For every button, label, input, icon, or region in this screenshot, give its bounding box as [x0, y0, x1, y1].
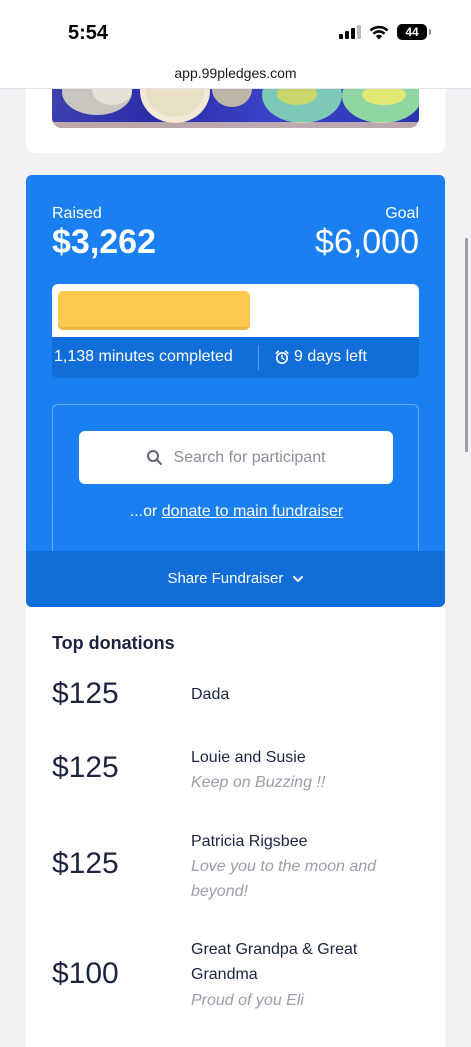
- donor-name: Louie and Susie: [191, 749, 306, 766]
- share-label: Share Fundraiser: [167, 570, 284, 587]
- wifi-icon: [369, 25, 389, 39]
- goal-label: Goal: [385, 205, 419, 222]
- search-panel: Search for participant ...or donate to m…: [52, 404, 419, 564]
- goal-amount: $6,000: [315, 223, 419, 261]
- donation-amount: $125: [52, 847, 119, 880]
- donor-message: Proud of you Eli: [191, 992, 304, 1009]
- days-left-wrap: 9 days left: [274, 348, 367, 366]
- days-left: 9 days left: [294, 348, 367, 365]
- search-participant-input[interactable]: Search for participant: [79, 431, 393, 484]
- cellular-signal-icon: [339, 25, 361, 39]
- chevron-down-icon: [292, 576, 303, 583]
- progress-fill: [58, 291, 250, 330]
- banner-image: [52, 89, 419, 128]
- donor-name: Dada: [191, 686, 230, 703]
- address-bar[interactable]: app.99pledges.com: [0, 58, 471, 89]
- fundraiser-card: Raised $3,262 Goal $6,000 1,138 minutes …: [26, 175, 445, 607]
- or-donate-line: ...or donate to main fundraiser: [53, 503, 420, 521]
- raised-amount: $3,262: [52, 223, 156, 261]
- status-time: 5:54: [68, 22, 109, 44]
- search-icon: [147, 450, 163, 465]
- banner-card: [26, 89, 445, 153]
- share-fundraiser-button[interactable]: Share Fundraiser: [26, 551, 445, 607]
- donation-amount: $100: [52, 957, 119, 990]
- top-donations-card: Top donations $125 Dada $125 Louie and S…: [26, 607, 445, 1047]
- progress-box: 1,138 minutes completed 9 days left: [52, 284, 419, 378]
- battery-indicator: 44: [397, 24, 431, 40]
- donation-amount: $125: [52, 751, 119, 784]
- progress-track: [52, 284, 419, 337]
- donor-message: Keep on Buzzing !!: [191, 774, 326, 791]
- donation-amount: $125: [52, 677, 119, 710]
- raised-label: Raised: [52, 205, 102, 222]
- or-prefix: ...or: [129, 503, 162, 520]
- alarm-icon: [275, 350, 289, 364]
- donor-name: Patricia Rigsbee: [191, 833, 308, 850]
- progress-meta: 1,138 minutes completed 9 days left: [52, 337, 419, 378]
- donate-main-link[interactable]: donate to main fundraiser: [162, 503, 343, 520]
- page-scrollbar[interactable]: [465, 238, 468, 452]
- meta-divider: [258, 345, 259, 370]
- donor-name: Great Grandpa & Great Grandma: [191, 941, 358, 983]
- status-bar: 5:54 44: [0, 0, 471, 58]
- search-placeholder: Search for participant: [173, 448, 326, 466]
- status-icons: 44: [339, 24, 431, 40]
- donor-message: Love you to the moon and beyond!: [191, 858, 377, 900]
- minutes-completed: 1,138 minutes completed: [54, 348, 233, 365]
- donations-title: Top donations: [52, 633, 175, 653]
